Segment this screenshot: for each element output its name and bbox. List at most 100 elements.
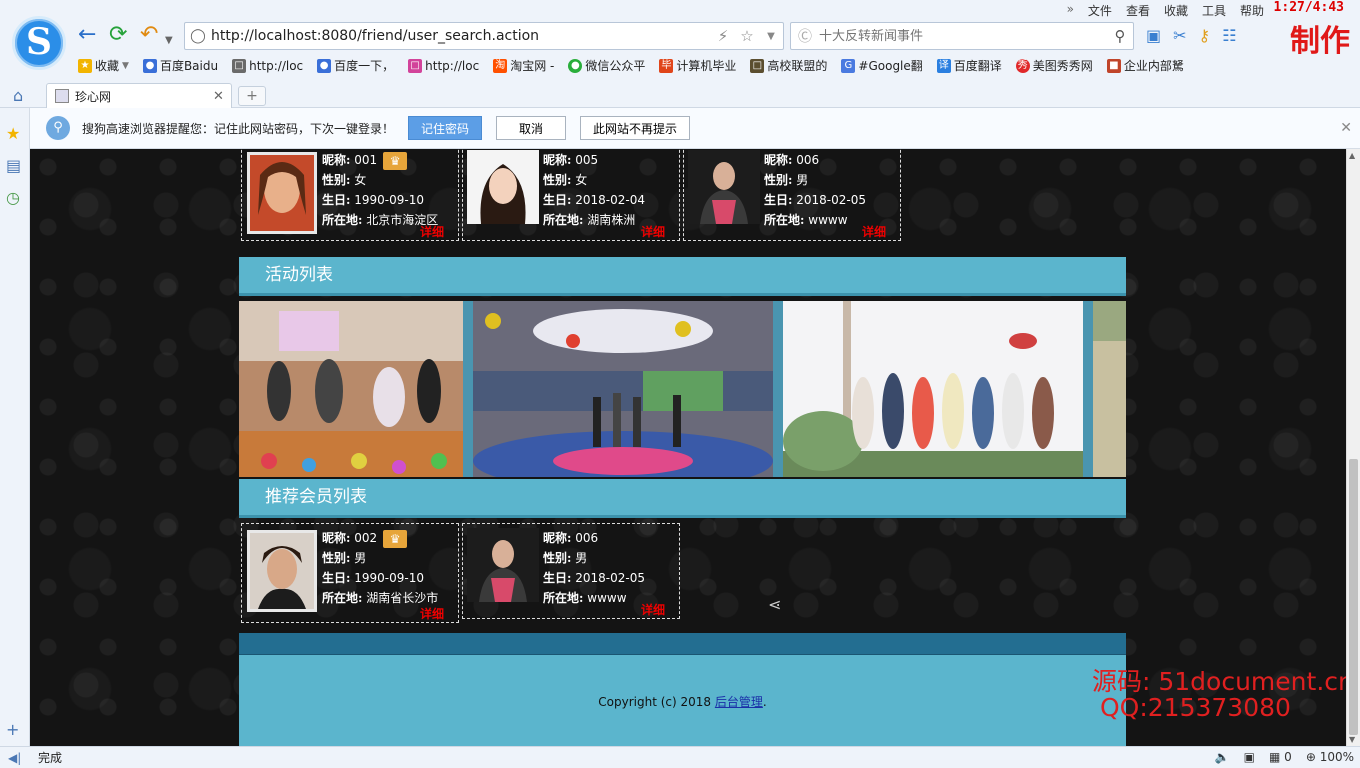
- close-icon[interactable]: ✕: [1340, 120, 1352, 136]
- member-card-006[interactable]: 昵称: 006 性别: 男 生日: 2018-02-05 所在地: wwww 详…: [683, 149, 901, 241]
- bookmark-wechat[interactable]: ● 微信公众平: [568, 57, 645, 74]
- bookmark-baidu-search[interactable]: ● 百度一下，: [317, 57, 394, 74]
- member-photo[interactable]: [688, 150, 760, 224]
- detail-link[interactable]: 详细: [641, 223, 665, 240]
- bookmark-taobao[interactable]: 淘淘宝网 -: [493, 57, 554, 74]
- translate-icon: 译: [936, 58, 951, 73]
- activity-photo[interactable]: [1093, 301, 1126, 477]
- bookmark-favorites[interactable]: ★ 收藏 ▼: [78, 57, 129, 74]
- paw-icon: ●: [142, 58, 157, 73]
- zoom-control[interactable]: ⊕ 100%: [1306, 750, 1354, 764]
- tab-zhenxin[interactable]: 珍心网 ✕: [46, 83, 232, 108]
- activity-photo[interactable]: [473, 301, 773, 477]
- member-card-006-recommended[interactable]: 昵称: 006 性别: 男 生日: 2018-02-05 所在地: wwww 详…: [462, 523, 680, 619]
- search-input[interactable]: [819, 28, 1107, 44]
- url-text[interactable]: http://localhost:8080/friend/user_search…: [211, 28, 711, 44]
- sidebar-toggle-icon[interactable]: ▣: [1146, 26, 1161, 45]
- chevron-down-icon[interactable]: ▼: [165, 30, 173, 52]
- detail-link[interactable]: 详细: [641, 601, 665, 618]
- member-info: 昵称: 001 ♛ 性别: 女 生日: 1990-09-10 所在地: 北京市海淀…: [322, 151, 439, 227]
- key-icon[interactable]: ⚷: [1199, 26, 1211, 45]
- member-card-002[interactable]: 昵称: 002 ♛ 性别: 男 生日: 1990-09-10 所在地: 湖南省长沙…: [241, 523, 459, 623]
- notes-icon[interactable]: ▤: [6, 156, 21, 175]
- wechat-icon: ●: [568, 58, 583, 73]
- chevron-right-icon[interactable]: »: [1067, 2, 1074, 19]
- detail-link[interactable]: 详细: [420, 223, 444, 240]
- bookmark-localhost-2[interactable]: □ http://loc: [408, 57, 479, 74]
- adblock-icon[interactable]: ▦ 0: [1269, 750, 1292, 764]
- address-bar[interactable]: ◯ http://localhost:8080/friend/user_sear…: [184, 22, 784, 50]
- footer-divider: [239, 633, 1126, 655]
- member-photo[interactable]: [247, 152, 317, 234]
- bookmark-enterprise[interactable]: ■ 企业内部駑: [1106, 57, 1184, 74]
- plus-icon[interactable]: +: [6, 720, 19, 739]
- search-box[interactable]: Ⓒ ⚲: [790, 22, 1134, 50]
- gender-value: 男: [796, 173, 809, 187]
- chevron-down-icon[interactable]: ▼: [759, 31, 783, 42]
- bookmark-localhost-1[interactable]: □ http://loc: [232, 57, 303, 74]
- back-arrow-icon[interactable]: ←: [78, 24, 96, 46]
- text-cursor-icon: ⋖: [768, 595, 782, 614]
- star-outline-icon[interactable]: ☆: [735, 27, 759, 45]
- location-value: wwww: [587, 591, 627, 605]
- gender-value: 女: [354, 173, 367, 187]
- home-icon[interactable]: ⌂: [13, 86, 23, 105]
- menu-help[interactable]: 帮助: [1240, 2, 1264, 19]
- menu-favorites[interactable]: 收藏: [1164, 2, 1188, 19]
- close-icon[interactable]: ✕: [213, 89, 231, 104]
- nickname-value: 006: [575, 531, 599, 545]
- panel-toggle-icon[interactable]: ◀|: [8, 751, 38, 765]
- search-icon[interactable]: ⚲: [1107, 27, 1133, 45]
- lightning-icon[interactable]: ⚡: [711, 27, 735, 45]
- activity-photo[interactable]: [239, 301, 463, 477]
- sogou-logo-icon[interactable]: [12, 16, 66, 70]
- menu-file[interactable]: 文件: [1088, 2, 1112, 19]
- speaker-icon[interactable]: 🔈: [1215, 750, 1230, 764]
- bookmark-baidu-translate[interactable]: 译百度翻译: [936, 57, 1002, 74]
- never-prompt-button[interactable]: 此网站不再提示: [580, 116, 691, 140]
- cancel-button[interactable]: 取消: [496, 116, 567, 140]
- star-icon[interactable]: ★: [6, 124, 20, 143]
- download-icon[interactable]: ▣: [1244, 750, 1255, 764]
- history-clock-icon[interactable]: ◷: [6, 188, 20, 207]
- page-content: 昵称: 001 ♛ 性别: 女 生日: 1990-09-10 所在地: 北京市海淀…: [239, 149, 1126, 746]
- member-photo[interactable]: [247, 530, 317, 612]
- activities-gallery: [239, 301, 1126, 477]
- admin-link[interactable]: 后台管理: [715, 695, 763, 709]
- member-info: 昵称: 006 性别: 男 生日: 2018-02-05 所在地: wwww: [543, 531, 646, 605]
- bookmark-google-translate[interactable]: G #Google翻: [841, 57, 923, 74]
- member-card-001[interactable]: 昵称: 001 ♛ 性别: 女 生日: 1990-09-10 所在地: 北京市海淀…: [241, 149, 459, 241]
- menu-tools[interactable]: 工具: [1202, 2, 1226, 19]
- copyright-text: Copyright (c) 2018: [598, 695, 715, 709]
- member-card-005[interactable]: 昵称: 005 性别: 女 生日: 2018-02-04 所在地: 湖南株洲 详…: [462, 149, 680, 241]
- status-bar: ◀| 完成 🔈 ▣ ▦ 0 ⊕ 100%: [0, 746, 1360, 768]
- menu-view[interactable]: 查看: [1126, 2, 1150, 19]
- member-photo[interactable]: [467, 150, 539, 224]
- nickname-value: 005: [575, 153, 599, 167]
- activity-photo[interactable]: [783, 301, 1083, 477]
- remember-password-button[interactable]: 记住密码: [408, 116, 483, 140]
- scroll-down-arrow-icon[interactable]: ▼: [1349, 735, 1355, 744]
- detail-link[interactable]: 详细: [420, 605, 444, 622]
- scrollbar-thumb[interactable]: [1349, 459, 1358, 735]
- bookmark-graduation[interactable]: 毕计算机毕业: [659, 57, 736, 74]
- bookmark-meitu[interactable]: 秀美图秀秀网: [1015, 57, 1093, 74]
- refresh-icon[interactable]: ⟳: [109, 24, 127, 46]
- extension-icon[interactable]: ☷: [1222, 26, 1236, 45]
- scroll-up-arrow-icon[interactable]: ▲: [1349, 151, 1355, 160]
- member-info: 昵称: 005 性别: 女 生日: 2018-02-04 所在地: 湖南株洲: [543, 153, 646, 227]
- bookmark-university[interactable]: □ 高校联盟的: [750, 57, 827, 74]
- undo-icon[interactable]: ↶: [140, 24, 158, 46]
- bookmark-baidu[interactable]: ● 百度Baidu: [142, 57, 218, 74]
- browser-chrome: » 文件 查看 收藏 工具 帮助 1:27/4:43 制作 ← ⟳ ↶ ▼ ◯ …: [0, 0, 1360, 108]
- page-viewport: 昵称: 001 ♛ 性别: 女 生日: 1990-09-10 所在地: 北京市海淀…: [30, 149, 1346, 746]
- detail-link[interactable]: 详细: [862, 223, 886, 240]
- member-photo[interactable]: [467, 528, 539, 602]
- new-tab-button[interactable]: +: [238, 86, 266, 106]
- vertical-scrollbar[interactable]: ▲ ▼: [1346, 149, 1360, 746]
- watermark-top: 制作: [1290, 24, 1350, 59]
- scissors-icon[interactable]: ✂: [1173, 26, 1186, 45]
- password-notification-bar: ⚲ 搜狗高速浏览器提醒您：记住此网站密码，下次一键登录！ 记住密码 取消 此网站…: [30, 108, 1360, 149]
- enterprise-icon: ■: [1106, 58, 1121, 73]
- birthday-value: 2018-02-05: [796, 193, 867, 207]
